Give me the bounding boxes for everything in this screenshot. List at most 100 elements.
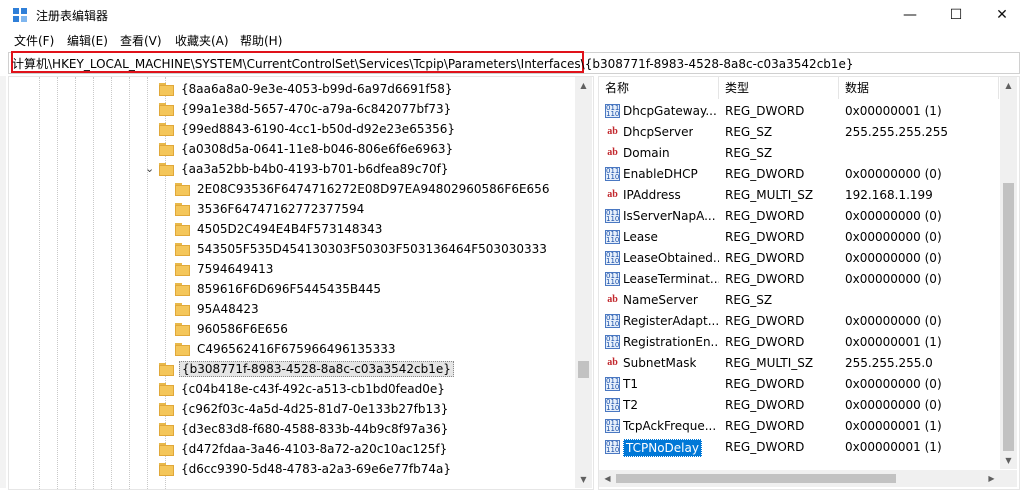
column-header-name[interactable]: 名称 bbox=[599, 77, 719, 99]
tree-item[interactable]: 95A48423 bbox=[9, 300, 569, 320]
value-row[interactable]: 011 110 TcpAckFreque... REG_DWORD 0x0000000… bbox=[599, 416, 999, 437]
value-row[interactable]: 011 110 LeaseObtained... REG_DWORD 0x000000… bbox=[599, 248, 999, 269]
tree-item[interactable]: {d6cc9390-5d48-4783-a2a3-69e6e77fb74a} bbox=[9, 460, 569, 480]
values-scrollbar[interactable]: ▲ ▼ bbox=[1000, 77, 1017, 469]
tree-item[interactable]: 960586F6E656 bbox=[9, 320, 569, 340]
menu-edit[interactable]: 编辑(E) bbox=[67, 32, 108, 49]
values-scroll-thumb[interactable] bbox=[1003, 183, 1014, 451]
tree-item[interactable]: 3536F64747162772377594 bbox=[9, 200, 569, 220]
value-row[interactable]: ab SubnetMask REG_MULTI_SZ 255.255.255.0 bbox=[599, 353, 999, 374]
values-hscroll-thumb[interactable] bbox=[616, 474, 896, 483]
value-name: DhcpGateway... bbox=[623, 104, 717, 118]
folder-icon bbox=[175, 183, 190, 196]
value-row[interactable]: 011 110 RegistrationEn... REG_DWORD 0x00000… bbox=[599, 332, 999, 353]
column-header-type[interactable]: 类型 bbox=[719, 77, 839, 99]
folder-icon bbox=[175, 263, 190, 276]
values-horizontal-scrollbar[interactable]: ◀ ▶ bbox=[599, 470, 1017, 487]
close-button[interactable]: ✕ bbox=[979, 0, 1025, 30]
binary-value-icon: 011 110 bbox=[605, 440, 620, 454]
tree-item-label: {c04b418e-c43f-492c-a513-cb1bd0fead0e} bbox=[181, 382, 445, 396]
value-name: T2 bbox=[623, 398, 638, 412]
string-value-icon: ab bbox=[607, 189, 618, 200]
address-bar[interactable]: 计算机\HKEY_LOCAL_MACHINE\SYSTEM\CurrentCon… bbox=[8, 51, 1020, 74]
address-path-key: {b308771f-8983-4528-8a8c-c03a3542cb1e} bbox=[584, 57, 854, 71]
tree-item[interactable]: 859616F6D696F5445435B445 bbox=[9, 280, 569, 300]
folder-icon bbox=[159, 423, 174, 436]
tree-item[interactable]: {d472fdaa-3a46-4103-8a72-a20c10ac125f} bbox=[9, 440, 569, 460]
scroll-up-arrow-icon[interactable]: ▲ bbox=[1000, 77, 1017, 94]
tree-item[interactable]: {b308771f-8983-4528-8a8c-c03a3542cb1e} bbox=[9, 360, 569, 380]
tree-scrollbar[interactable]: ▲ ▼ bbox=[575, 77, 592, 488]
menu-file[interactable]: 文件(F) bbox=[14, 32, 54, 49]
menu-favorites[interactable]: 收藏夹(A) bbox=[175, 32, 229, 49]
tree-item[interactable]: {d3ec83d8-f680-4588-833b-44b9c8f97a36} bbox=[9, 420, 569, 440]
value-row[interactable]: ab NameServer REG_SZ bbox=[599, 290, 999, 311]
tree-item[interactable]: ⌄ {aa3a52bb-b4b0-4193-b701-b6dfea89c70f} bbox=[9, 160, 569, 180]
folder-icon bbox=[175, 243, 190, 256]
maximize-button[interactable]: ☐ bbox=[933, 0, 979, 30]
value-row[interactable]: 011 110 RegisterAdapt... REG_DWORD 0x000000… bbox=[599, 311, 999, 332]
tree-item[interactable]: {8aa6a8a0-9e3e-4053-b99d-6a97d6691f58} bbox=[9, 80, 569, 100]
tree-item-label: {99ed8843-6190-4cc1-b50d-d92e23e65356} bbox=[181, 122, 456, 136]
value-row[interactable]: 011 110 T2 REG_DWORD 0x00000000 (0) bbox=[599, 395, 999, 416]
tree-item[interactable]: 543505F535D454130303F50303F503136464F503… bbox=[9, 240, 569, 260]
value-row[interactable]: 011 110 LeaseTerminat... REG_DWORD 0x000000… bbox=[599, 269, 999, 290]
tree-item[interactable]: {c04b418e-c43f-492c-a513-cb1bd0fead0e} bbox=[9, 380, 569, 400]
value-name: Domain bbox=[623, 146, 670, 160]
tree-item-label: {d3ec83d8-f680-4588-833b-44b9c8f97a36} bbox=[181, 422, 449, 436]
value-name: Lease bbox=[623, 230, 658, 244]
address-path[interactable]: 计算机\HKEY_LOCAL_MACHINE\SYSTEM\CurrentCon… bbox=[12, 55, 854, 72]
minimize-button[interactable]: — bbox=[887, 0, 933, 30]
chevron-down-icon[interactable]: ⌄ bbox=[145, 162, 154, 175]
binary-value-icon: 011 110 bbox=[605, 209, 620, 223]
tree-item[interactable]: {99a1e38d-5657-470c-a79a-6c842077bf73} bbox=[9, 100, 569, 120]
menu-view[interactable]: 查看(V) bbox=[120, 32, 162, 49]
tree-item[interactable]: {99ed8843-6190-4cc1-b50d-d92e23e65356} bbox=[9, 120, 569, 140]
tree-item-label: {aa3a52bb-b4b0-4193-b701-b6dfea89c70f} bbox=[181, 162, 449, 176]
tree-item[interactable]: 2E08C93536F6474716272E08D97EA94802960586… bbox=[9, 180, 569, 200]
window-edge bbox=[0, 76, 6, 488]
value-name: IPAddress bbox=[623, 188, 681, 202]
folder-icon bbox=[159, 463, 174, 476]
scroll-right-arrow-icon[interactable]: ▶ bbox=[983, 470, 1000, 487]
scroll-left-arrow-icon[interactable]: ◀ bbox=[599, 470, 616, 487]
value-type: REG_SZ bbox=[725, 293, 773, 307]
string-value-icon: ab bbox=[607, 294, 618, 305]
value-row[interactable]: ab Domain REG_SZ bbox=[599, 143, 999, 164]
menu-help[interactable]: 帮助(H) bbox=[240, 32, 282, 49]
tree-item[interactable]: C496562416F675966496135333 bbox=[9, 340, 569, 360]
scroll-up-arrow-icon[interactable]: ▲ bbox=[575, 77, 592, 94]
tree-item[interactable]: 7594649413 bbox=[9, 260, 569, 280]
value-name: TcpAckFreque... bbox=[623, 419, 717, 433]
key-tree-pane[interactable]: {8aa6a8a0-9e3e-4053-b99d-6a97d6691f58} {9… bbox=[8, 76, 594, 490]
value-type: REG_DWORD bbox=[725, 440, 805, 454]
tree-item[interactable]: {a0308d5a-0641-11e8-b046-806e6f6e6963} bbox=[9, 140, 569, 160]
values-pane[interactable]: 名称 类型 数据 011 110 DhcpGateway... REG_DWORD 0… bbox=[598, 76, 1020, 490]
scroll-down-arrow-icon[interactable]: ▼ bbox=[1000, 452, 1017, 469]
column-header-data[interactable]: 数据 bbox=[839, 77, 999, 99]
tree-item-label: 4505D2C494E4B4F573148343 bbox=[197, 222, 383, 236]
tree-item-label: 960586F6E656 bbox=[197, 322, 288, 336]
value-row[interactable]: ab IPAddress REG_MULTI_SZ 192.168.1.199 bbox=[599, 185, 999, 206]
value-name: T1 bbox=[623, 377, 638, 391]
tree-item[interactable]: {c962f03c-4a5d-4d25-81d7-0e133b27fb13} bbox=[9, 400, 569, 420]
value-row[interactable]: 011 110 Lease REG_DWORD 0x00000000 (0) bbox=[599, 227, 999, 248]
tree-item[interactable]: 4505D2C494E4B4F573148343 bbox=[9, 220, 569, 240]
tree-item-label: {b308771f-8983-4528-8a8c-c03a3542cb1e} bbox=[179, 361, 454, 377]
value-row[interactable]: ab DhcpServer REG_SZ 255.255.255.255 bbox=[599, 122, 999, 143]
folder-icon bbox=[175, 283, 190, 296]
scroll-down-arrow-icon[interactable]: ▼ bbox=[575, 471, 592, 488]
value-name: RegistrationEn... bbox=[623, 335, 719, 349]
value-row[interactable]: 011 110 TCPNoDelay REG_DWORD 0x00000001 (1) bbox=[599, 437, 999, 458]
value-row[interactable]: 011 110 IsServerNapA... REG_DWORD 0x0000000… bbox=[599, 206, 999, 227]
value-data: 0x00000001 (1) bbox=[845, 419, 942, 433]
tree-scroll-thumb[interactable] bbox=[578, 361, 589, 378]
value-row[interactable]: 011 110 EnableDHCP REG_DWORD 0x00000000 (0) bbox=[599, 164, 999, 185]
value-row[interactable]: 011 110 T1 REG_DWORD 0x00000000 (0) bbox=[599, 374, 999, 395]
value-type: REG_SZ bbox=[725, 125, 773, 139]
folder-icon bbox=[159, 363, 174, 376]
folder-icon bbox=[159, 383, 174, 396]
value-type: REG_DWORD bbox=[725, 377, 805, 391]
folder-icon bbox=[159, 103, 174, 116]
value-row[interactable]: 011 110 DhcpGateway... REG_DWORD 0x00000001… bbox=[599, 101, 999, 122]
